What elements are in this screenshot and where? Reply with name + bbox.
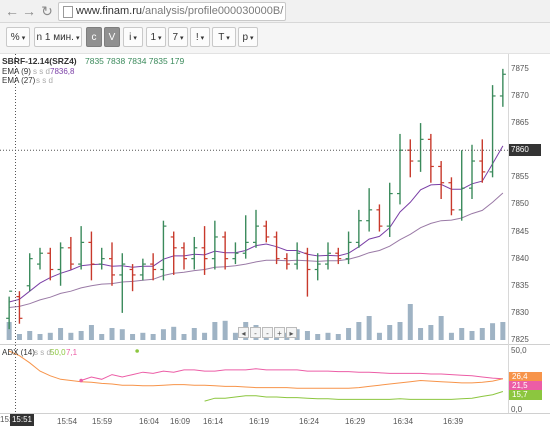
volume-bar <box>448 332 454 340</box>
volume-bar <box>490 323 496 340</box>
volume-bar <box>16 334 22 340</box>
volume-bar <box>387 325 393 340</box>
crosshair-time-badge: 15:51 <box>10 414 34 426</box>
volume-bar <box>500 322 506 340</box>
volume-bar <box>356 322 362 340</box>
volume-bar <box>171 326 177 340</box>
adx-flags: s s d <box>34 348 51 357</box>
volume-bar <box>68 332 74 340</box>
volume-bar <box>304 331 310 340</box>
price-tick-label: 7875 <box>511 63 529 73</box>
price-chart[interactable] <box>0 0 550 441</box>
ema27-flags: s s d <box>36 76 53 85</box>
volume-bar <box>58 328 64 340</box>
volume-bar <box>315 334 321 340</box>
price-tick-label: 7855 <box>511 172 529 182</box>
price-tick-label: 7825 <box>511 335 529 344</box>
plus-di-line <box>80 368 503 381</box>
volume-bar <box>479 328 485 340</box>
volume-bar <box>212 322 218 340</box>
volume-bar <box>37 334 43 340</box>
price-tick-label: 7845 <box>511 226 529 236</box>
ema9-value: 7836,8 <box>50 67 75 76</box>
volume-bar <box>181 334 187 340</box>
time-tick-label: 16:19 <box>249 417 270 426</box>
volume-bar <box>88 325 94 340</box>
zoom-button-4[interactable]: + <box>274 327 285 338</box>
price-tick-label: 7850 <box>511 199 529 209</box>
price-tick-label: 7870 <box>511 90 529 100</box>
time-tick-label: 16:29 <box>345 417 366 426</box>
volume-bar <box>109 328 115 340</box>
adx-tick-label: 50,0 <box>511 346 527 355</box>
ohlcv-values: 7835 7838 7834 7835 179 <box>85 56 185 66</box>
time-tick-label: 16:39 <box>443 417 464 426</box>
volume-bar <box>27 331 33 340</box>
crosshair-price-badge: 7860 <box>509 144 541 157</box>
volume-bar <box>346 328 352 340</box>
volume-bar <box>78 331 84 340</box>
volume-bar <box>160 329 166 340</box>
adx-value-2: 7,1 <box>66 348 78 357</box>
price-tick-label: 7840 <box>511 253 529 263</box>
time-tick-label: 16:24 <box>299 417 320 426</box>
volume-bar <box>459 328 465 340</box>
ema9-flags: s s d <box>33 67 50 76</box>
zoom-button-2[interactable]: - <box>250 327 261 338</box>
time-tick-label: 15:54 <box>57 417 78 426</box>
time-tick-label: 16:04 <box>139 417 160 426</box>
minus-di-line <box>204 391 504 402</box>
price-tick-label: 7865 <box>511 118 529 128</box>
adx-label: ADX (14) <box>2 348 35 357</box>
time-tick-label: 15:59 <box>92 417 113 426</box>
volume-bar <box>418 328 424 340</box>
volume-bar <box>47 332 53 340</box>
time-tick-label: 16:09 <box>170 417 191 426</box>
volume-bar <box>335 334 341 340</box>
adx-line <box>8 350 504 389</box>
volume-bar <box>99 334 105 340</box>
zoom-button-1[interactable]: ◂ <box>238 327 249 338</box>
volume-bar <box>150 334 156 340</box>
adx-tick-label: 0,0 <box>511 405 523 414</box>
volume-bar <box>407 304 413 340</box>
volume-bar <box>191 328 197 340</box>
volume-bar <box>140 332 146 340</box>
ema9-label: EMA (9) <box>2 67 31 76</box>
ema27-label: EMA (27) <box>2 76 36 85</box>
volume-bar <box>325 332 331 340</box>
time-tick-label: 16:14 <box>203 417 224 426</box>
time-tick-label: 16:34 <box>393 417 414 426</box>
volume-bar <box>366 316 372 340</box>
symbol-label: SBRF-12.14(SRZ4) <box>2 56 77 66</box>
volume-bar <box>438 316 444 340</box>
price-tick-label: 7830 <box>511 307 529 317</box>
adx-start-dot <box>135 349 139 353</box>
zoom-button-5[interactable]: ▸ <box>286 327 297 338</box>
volume-bar <box>376 332 382 340</box>
price-tick-label: 7835 <box>511 280 529 290</box>
volume-bar <box>119 329 125 340</box>
adx-value-1: 50,0 <box>50 348 66 357</box>
zoom-button-3[interactable]: - <box>262 327 273 338</box>
volume-bar <box>202 332 208 340</box>
volume-bar <box>469 331 475 340</box>
volume-bar <box>130 334 136 340</box>
plus-di-start-dot <box>79 378 83 383</box>
volume-bar <box>222 320 228 340</box>
adx-value-badge: 15,7 <box>509 390 542 400</box>
volume-bar <box>428 325 434 340</box>
volume-bar <box>397 322 403 340</box>
